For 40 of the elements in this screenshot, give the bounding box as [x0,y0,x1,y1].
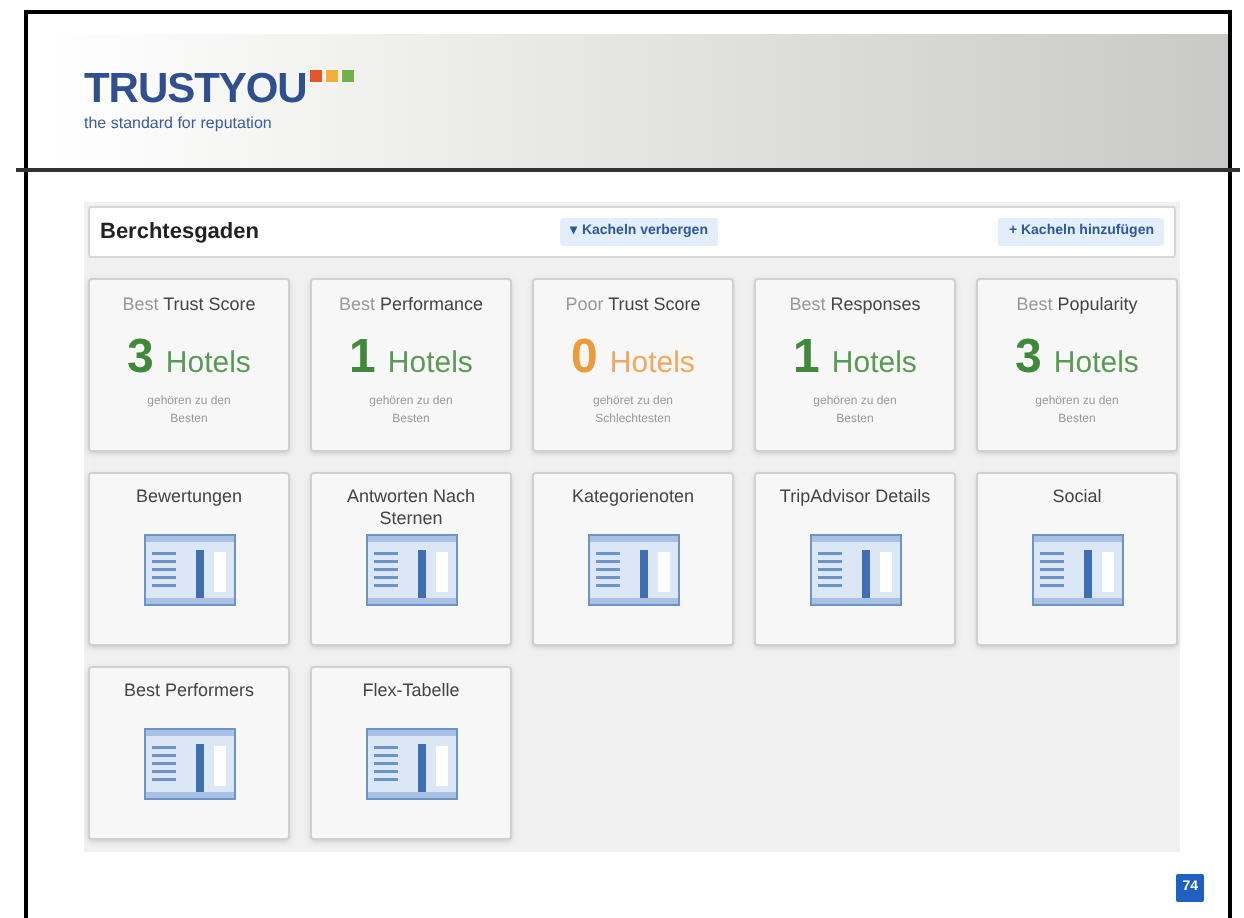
dashboard-tile[interactable]: Social [976,472,1178,646]
logo-wordmark: TRUSTYOU [84,67,307,109]
hotel-count: 1 [349,333,376,381]
tile-title: Best Performance [338,292,484,318]
table-thumbnail-icon [365,534,457,606]
tile-title: Best Trust Score [122,292,256,318]
tile-title: Best Popularity [1016,292,1138,318]
hotel-unit: Hotels [831,347,917,377]
tile-title: TripAdvisor Details [777,486,933,510]
hotel-unit: Hotels [387,347,473,377]
table-thumbnail-icon [1031,534,1123,606]
dashboard-tile[interactable]: Best Performers [88,666,290,840]
hotel-unit: Hotels [165,347,251,377]
tile-title: Bewertungen [133,486,245,510]
dashboard-tile[interactable]: Flex-Tabelle [310,666,512,840]
dashboard-tile[interactable]: TripAdvisor Details [754,472,956,646]
table-thumbnail-icon [809,534,901,606]
logo-tagline: the standard for reputation [84,111,274,135]
table-thumbnail-icon [365,728,457,800]
dashboard-tile[interactable]: Kategorienoten [532,472,734,646]
hotel-unit: Hotels [609,347,695,377]
color-squares-icon [310,69,359,81]
panel-title: Berchtesgaden [100,217,261,248]
tile-title: Poor Trust Score [565,292,701,318]
dashboard-tile[interactable]: Bewertungen [88,472,290,646]
dashboard-tile[interactable]: Antworten Nach Sternen [310,472,512,646]
tile-title: Kategorienoten [569,486,697,510]
tile-title: Social [1050,486,1104,510]
hotel-count: 3 [127,333,154,381]
table-thumbnail-icon [143,534,235,606]
hotel-unit: Hotels [1053,347,1139,377]
table-thumbnail-icon [143,728,235,800]
hotel-count: 0 [571,333,598,381]
tile-title: Antworten Nach Sternen [344,486,478,530]
table-thumbnail-icon [587,534,679,606]
hotel-count: 3 [1015,333,1042,381]
tile-title: Best Responses [789,292,921,318]
tile-title: Flex-Tabelle [360,680,462,704]
tile-title: Best Performers [121,680,257,704]
hotel-count: 1 [793,333,820,381]
